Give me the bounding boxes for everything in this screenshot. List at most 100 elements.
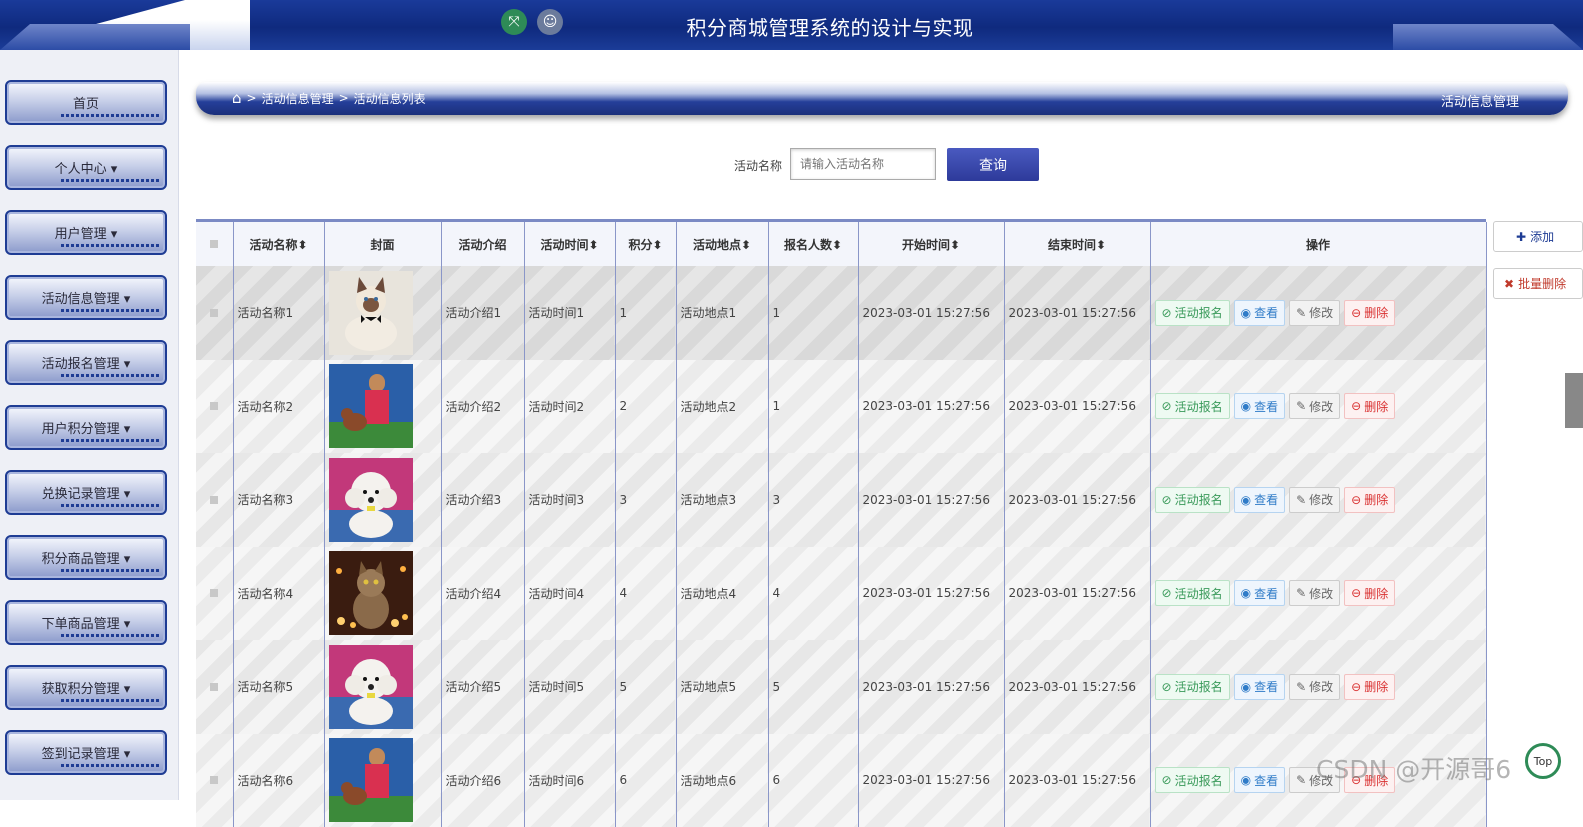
delete-button[interactable]: ⊖删除 <box>1344 580 1395 606</box>
delete-label: 删除 <box>1364 678 1388 695</box>
cell-activity-place: 活动地点3 <box>676 453 768 547</box>
cell-start-time: 2023-03-01 15:27:56 <box>858 547 1004 641</box>
edit-label: 修改 <box>1309 398 1333 415</box>
view-label: 查看 <box>1254 304 1278 321</box>
column-header[interactable]: 活动地点⬍ <box>676 222 768 266</box>
table-row: 活动名称4活动介绍4活动时间44活动地点442023-03-01 15:27:5… <box>196 547 1486 641</box>
sidebar-item-points-products[interactable]: 积分商品管理 ▾ <box>5 535 167 580</box>
check-circle-icon: ⊘ <box>1162 399 1172 413</box>
add-label: 添加 <box>1530 228 1554 245</box>
sidebar-item-activity-info[interactable]: 活动信息管理 ▾ <box>5 275 167 320</box>
delete-button[interactable]: ⊖删除 <box>1344 393 1395 419</box>
row-checkbox[interactable] <box>196 734 233 827</box>
enroll-button[interactable]: ⊘活动报名 <box>1155 767 1230 793</box>
sidebar-item-user-points[interactable]: 用户积分管理 ▾ <box>5 405 167 450</box>
row-checkbox[interactable] <box>196 640 233 734</box>
sidebar-item-earn-points[interactable]: 获取积分管理 ▾ <box>5 665 167 710</box>
cell-activity-place: 活动地点2 <box>676 360 768 454</box>
delete-button[interactable]: ⊖删除 <box>1344 674 1395 700</box>
view-button[interactable]: ◉查看 <box>1234 580 1286 606</box>
sidebar-item-order-products[interactable]: 下单商品管理 ▾ <box>5 600 167 645</box>
edit-label: 修改 <box>1309 585 1333 602</box>
enroll-button[interactable]: ⊘活动报名 <box>1155 393 1230 419</box>
cell-cover-image[interactable] <box>324 547 441 641</box>
column-header[interactable]: 报名人数⬍ <box>768 222 858 266</box>
enroll-button[interactable]: ⊘活动报名 <box>1155 487 1230 513</box>
view-label: 查看 <box>1254 585 1278 602</box>
sidebar-item-personal-center[interactable]: 个人中心 ▾ <box>5 145 167 190</box>
search-button[interactable]: 查询 <box>947 148 1039 181</box>
column-header[interactable]: 积分⬍ <box>615 222 676 266</box>
eye-icon: ◉ <box>1241 586 1251 600</box>
cell-cover-image[interactable] <box>324 453 441 547</box>
cell-points: 1 <box>615 266 676 360</box>
cell-cover-image[interactable] <box>324 640 441 734</box>
cell-cover-image[interactable] <box>324 360 441 454</box>
cell-cover-image[interactable] <box>324 266 441 360</box>
view-button[interactable]: ◉查看 <box>1234 487 1286 513</box>
view-button[interactable]: ◉查看 <box>1234 674 1286 700</box>
cell-enroll-count: 1 <box>768 360 858 454</box>
row-checkbox[interactable] <box>196 547 233 641</box>
delete-label: 删除 <box>1364 304 1388 321</box>
sidebar-item-checkin-records[interactable]: 签到记录管理 ▾ <box>5 730 167 775</box>
sidebar-item-exchange-records[interactable]: 兑换记录管理 ▾ <box>5 470 167 515</box>
sidebar-item-label: 用户管理 ▾ <box>55 223 118 242</box>
edit-button[interactable]: ✎修改 <box>1289 393 1340 419</box>
sidebar: 首页 个人中心 ▾ 用户管理 ▾ 活动信息管理 ▾ 活动报名管理 ▾ 用户积分管… <box>0 50 179 800</box>
column-header[interactable]: 活动名称⬍ <box>233 222 324 266</box>
delete-button[interactable]: ⊖删除 <box>1344 300 1395 326</box>
home-icon[interactable]: ⌂ <box>232 89 242 107</box>
cell-activity-intro: 活动介绍2 <box>441 360 524 454</box>
select-all-checkbox[interactable] <box>196 222 233 266</box>
view-label: 查看 <box>1254 678 1278 695</box>
cell-enroll-count: 1 <box>768 266 858 360</box>
section-title: 活动信息管理 <box>1441 91 1519 110</box>
cell-end-time: 2023-03-01 15:27:56 <box>1004 360 1150 454</box>
cell-activity-intro: 活动介绍5 <box>441 640 524 734</box>
edit-button[interactable]: ✎修改 <box>1289 674 1340 700</box>
breadcrumb: ⌂ > 活动信息管理 > 活动信息列表 <box>232 89 426 107</box>
edit-label: 修改 <box>1309 678 1333 695</box>
back-to-top-button[interactable]: Top <box>1525 743 1561 779</box>
delete-button[interactable]: ⊖删除 <box>1344 487 1395 513</box>
batch-delete-button[interactable]: ✖批量删除 <box>1493 268 1583 299</box>
search-input[interactable] <box>790 148 936 180</box>
sidebar-item-user-management[interactable]: 用户管理 ▾ <box>5 210 167 255</box>
cell-points: 5 <box>615 640 676 734</box>
enroll-label: 活动报名 <box>1175 398 1223 415</box>
cell-cover-image[interactable] <box>324 734 441 827</box>
row-checkbox[interactable] <box>196 266 233 360</box>
row-checkbox[interactable] <box>196 453 233 547</box>
enroll-button[interactable]: ⊘活动报名 <box>1155 674 1230 700</box>
enroll-button[interactable]: ⊘活动报名 <box>1155 300 1230 326</box>
view-button[interactable]: ◉查看 <box>1234 393 1286 419</box>
breadcrumb-level1[interactable]: 活动信息管理 <box>262 90 334 107</box>
delete-label: 删除 <box>1364 398 1388 415</box>
sidebar-item-home[interactable]: 首页 <box>5 80 167 125</box>
edit-button[interactable]: ✎修改 <box>1289 300 1340 326</box>
edit-button[interactable]: ✎修改 <box>1289 487 1340 513</box>
column-header[interactable]: 开始时间⬍ <box>858 222 1004 266</box>
cell-end-time: 2023-03-01 15:27:56 <box>1004 547 1150 641</box>
view-button[interactable]: ◉查看 <box>1234 300 1286 326</box>
add-button[interactable]: ✚添加 <box>1493 221 1583 252</box>
check-circle-icon: ⊘ <box>1162 493 1172 507</box>
cell-end-time: 2023-03-01 15:27:56 <box>1004 266 1150 360</box>
cell-activity-place: 活动地点5 <box>676 640 768 734</box>
column-header[interactable]: 结束时间⬍ <box>1004 222 1150 266</box>
sidebar-item-activity-enroll[interactable]: 活动报名管理 ▾ <box>5 340 167 385</box>
search-label: 活动名称 <box>734 157 782 174</box>
cell-activity-time: 活动时间4 <box>524 547 615 641</box>
scrollbar-thumb[interactable] <box>1565 373 1583 428</box>
column-header[interactable]: 活动时间⬍ <box>524 222 615 266</box>
cell-activity-name: 活动名称6 <box>233 734 324 827</box>
view-button[interactable]: ◉查看 <box>1234 767 1286 793</box>
row-checkbox[interactable] <box>196 360 233 454</box>
check-circle-icon: ⊘ <box>1162 773 1172 787</box>
edit-button[interactable]: ✎修改 <box>1289 580 1340 606</box>
enroll-button[interactable]: ⊘活动报名 <box>1155 580 1230 606</box>
cell-enroll-count: 6 <box>768 734 858 827</box>
minus-circle-icon: ⊖ <box>1351 586 1361 600</box>
eye-icon: ◉ <box>1241 306 1251 320</box>
